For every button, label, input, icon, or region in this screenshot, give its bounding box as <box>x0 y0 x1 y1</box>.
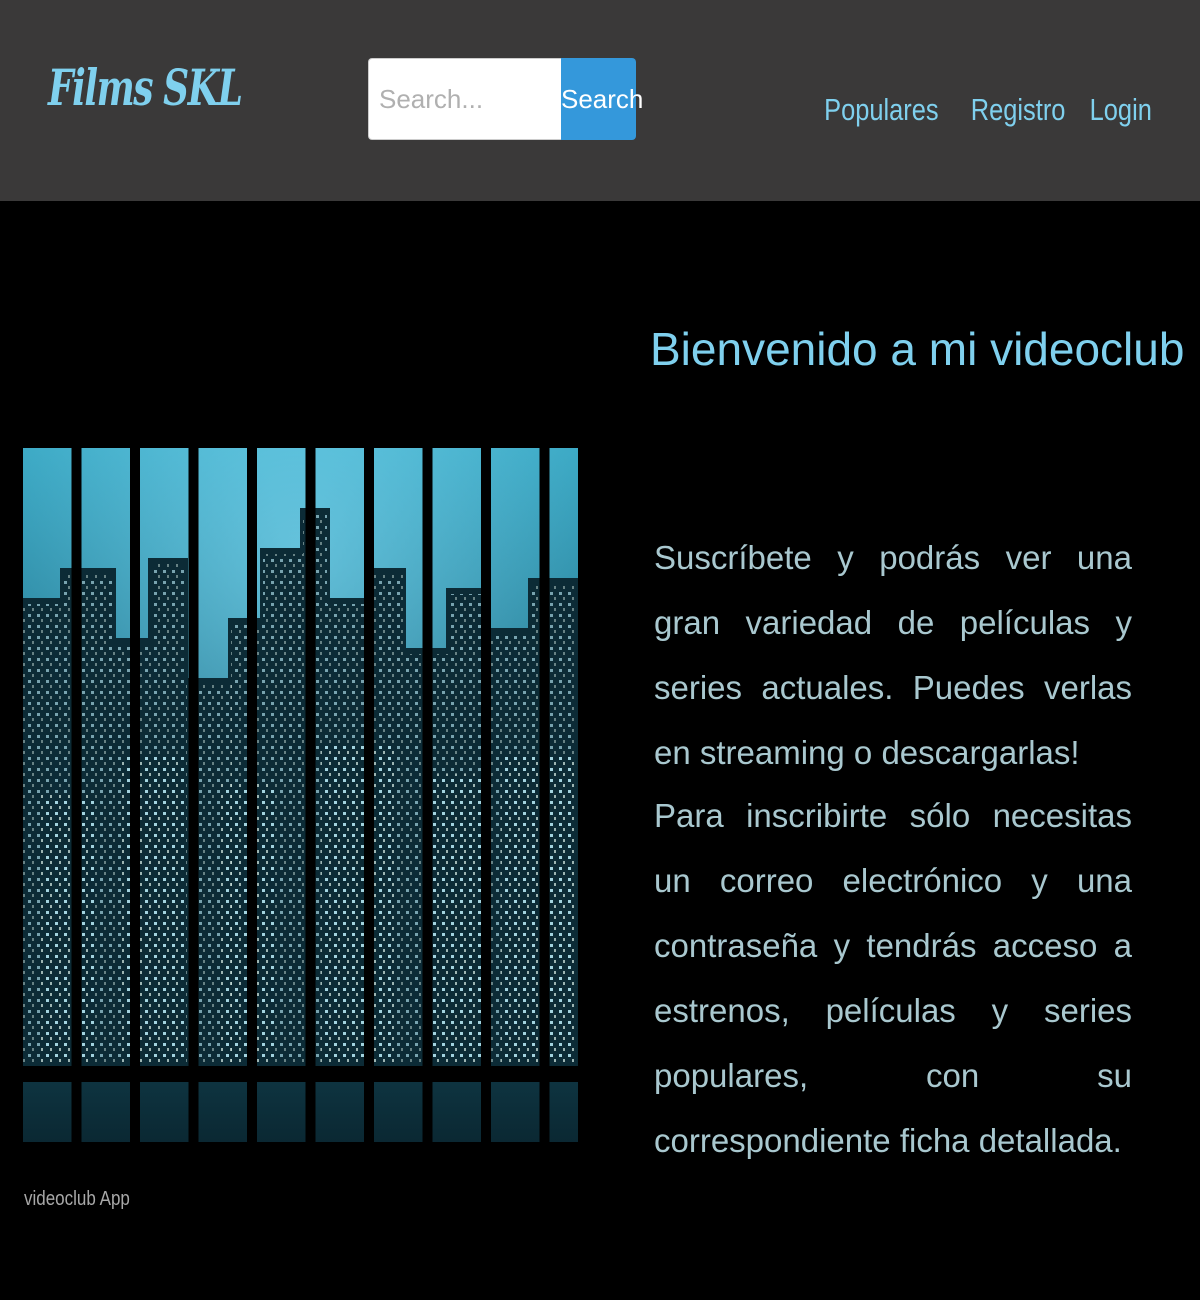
site-logo[interactable]: Films SKL <box>48 58 243 117</box>
nav-link-registro[interactable]: Registro <box>970 92 1065 128</box>
nav-links: Populares Registro Login <box>799 92 1152 128</box>
welcome-title: Bienvenido a mi videoclub <box>650 323 1185 375</box>
search-button[interactable]: Search <box>561 58 643 140</box>
city-skyline-image <box>18 448 578 1154</box>
nav-link-login[interactable]: Login <box>1090 92 1152 128</box>
nav-link-populares[interactable]: Populares <box>824 92 938 128</box>
search-form: Search <box>368 58 643 140</box>
navbar: Films SKL Search Populares Registro Logi… <box>0 0 1200 201</box>
signup-paragraph: Para inscribirte sólo necesitas un corre… <box>654 797 1132 1159</box>
intro-paragraph: Suscríbete y podrás ver una gran varieda… <box>654 539 1132 771</box>
image-caption: videoclub App <box>24 1188 130 1210</box>
search-input[interactable] <box>368 58 561 140</box>
